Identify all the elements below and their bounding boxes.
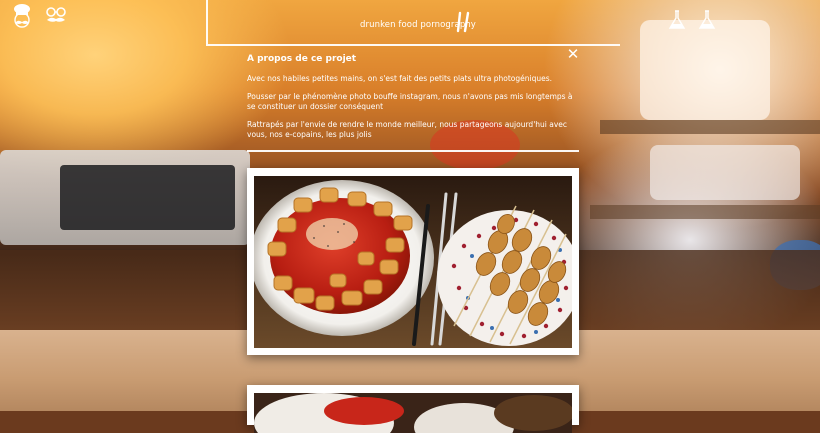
- gnocchi-and-skewers-photo: [254, 176, 572, 348]
- mustache-glasses-icon[interactable]: [44, 4, 68, 28]
- logo-icons: [10, 4, 68, 28]
- erlenmeyer-flask-icon[interactable]: [695, 8, 719, 32]
- about-divider: [247, 150, 579, 152]
- flask-icon[interactable]: [665, 8, 689, 32]
- about-paragraph-3: Rattrapés par l'envie de rendre le monde…: [247, 120, 567, 139]
- photo-card[interactable]: [247, 385, 579, 433]
- lab-icons: [665, 8, 719, 32]
- fork-knife-icon: [456, 11, 470, 37]
- about-title: A propos de ce projet: [247, 54, 357, 64]
- second-food-photo: [254, 393, 572, 433]
- photo-card[interactable]: [247, 168, 579, 355]
- about-panel: A propos de ce projet Avec nos habiles p…: [247, 54, 579, 148]
- about-paragraph-2: Pousser par le phénomène photo bouffe in…: [247, 92, 573, 111]
- chef-mustache-icon[interactable]: [10, 4, 34, 28]
- about-paragraph-1: Avec nos habiles petites mains, on s'est…: [247, 74, 552, 83]
